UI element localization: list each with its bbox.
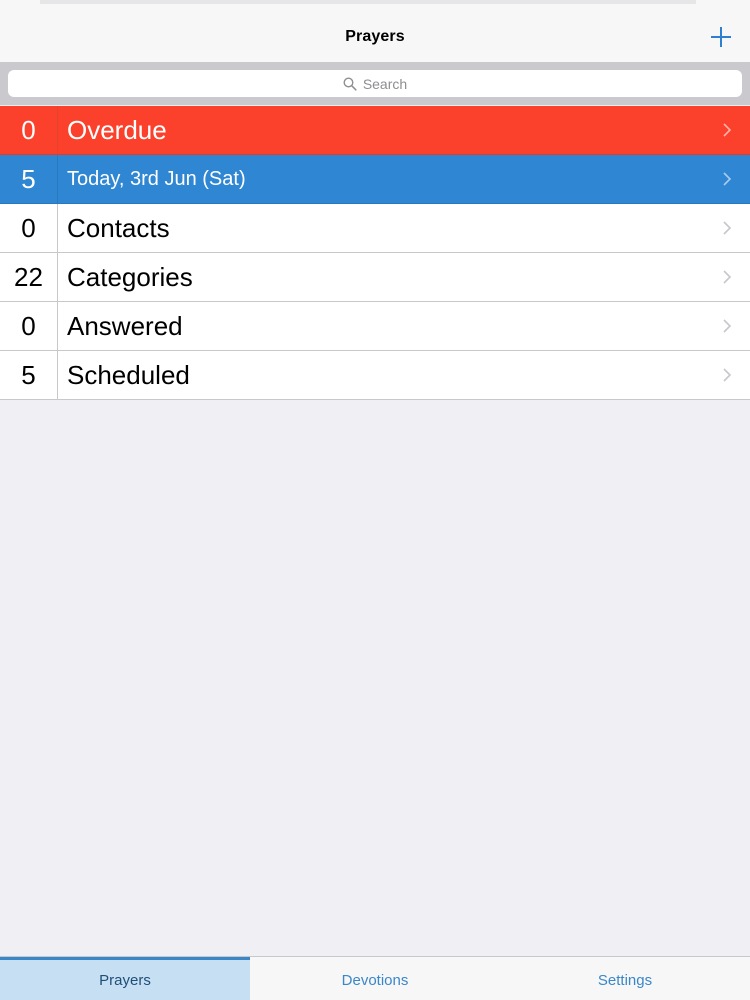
chevron-right-icon: [723, 221, 732, 235]
chevron-right-icon: [723, 368, 732, 382]
list-item-label: Scheduled: [67, 359, 190, 390]
chevron-right-icon: [723, 270, 732, 284]
add-prayer-button[interactable]: [708, 24, 734, 50]
search-input[interactable]: Search: [8, 70, 742, 97]
tab-bar: Prayers Devotions Settings: [0, 956, 750, 1000]
list-item-label: Categories: [67, 261, 193, 292]
list-item-label: Answered: [67, 310, 183, 341]
status-strip: [0, 0, 750, 14]
list-item-scheduled[interactable]: 5 Scheduled: [0, 351, 750, 400]
search-icon: [343, 76, 357, 91]
list-item-count: 0: [0, 204, 58, 252]
list-item-overdue[interactable]: 0 Overdue: [0, 106, 750, 155]
status-strip-shade: [40, 0, 696, 4]
chevron-right-icon: [723, 172, 732, 186]
page-title: Prayers: [345, 28, 405, 45]
list-item-count: 22: [0, 253, 58, 301]
list-item-count: 5: [0, 155, 58, 203]
tab-settings[interactable]: Settings: [500, 957, 750, 1000]
plus-icon: [711, 27, 731, 47]
chevron-right-icon: [723, 319, 732, 333]
app-window: Prayers Search 0 Overdue 5 Today, 3rd Ju…: [0, 0, 750, 1000]
chevron-right-icon: [723, 123, 732, 137]
tab-devotions[interactable]: Devotions: [250, 957, 500, 1000]
search-placeholder: Search: [362, 75, 408, 92]
list-item-answered[interactable]: 0 Answered: [0, 302, 750, 351]
list-item-count: 0: [0, 302, 58, 350]
list-item-contacts[interactable]: 0 Contacts: [0, 204, 750, 253]
list-item-label: Contacts: [67, 212, 170, 243]
list-item-label: Today, 3rd Jun (Sat): [67, 167, 246, 190]
list-item-today[interactable]: 5 Today, 3rd Jun (Sat): [0, 155, 750, 204]
list-item-label: Overdue: [67, 114, 167, 145]
prayer-summary-list: 0 Overdue 5 Today, 3rd Jun (Sat) 0 Conta…: [0, 106, 750, 400]
search-bar: Search: [0, 62, 750, 105]
navigation-bar: Prayers: [0, 14, 750, 62]
tab-prayers[interactable]: Prayers: [0, 957, 250, 1000]
list-item-count: 5: [0, 351, 58, 399]
list-item-count: 0: [0, 106, 58, 154]
list-item-categories[interactable]: 22 Categories: [0, 253, 750, 302]
